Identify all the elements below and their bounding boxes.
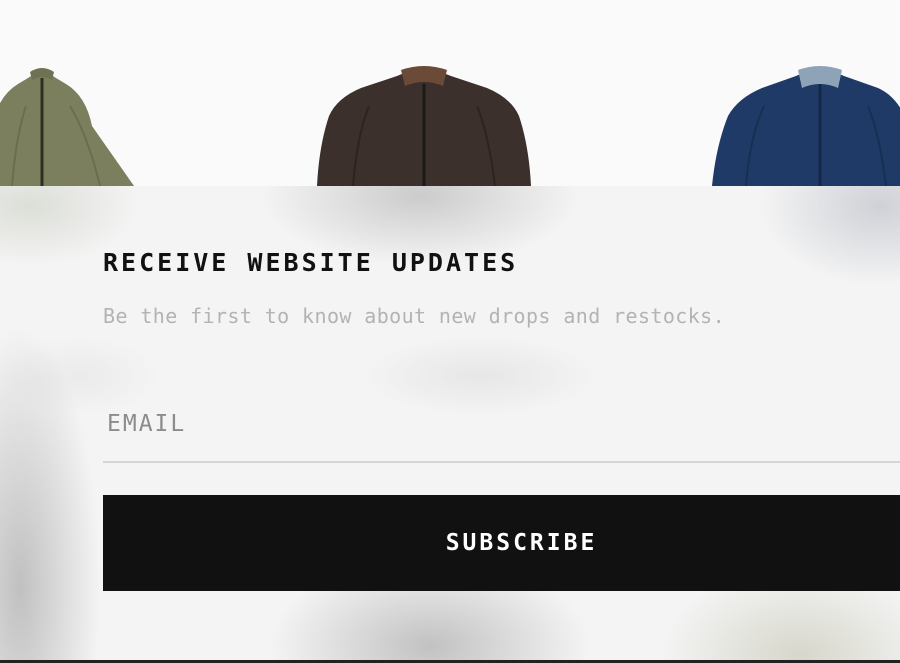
newsletter-signup-panel: RECEIVE WEBSITE UPDATES Be the first to … — [0, 186, 900, 663]
subscribe-button[interactable]: SUBSCRIBE — [103, 495, 900, 591]
product-carousel — [0, 0, 900, 186]
product-image-navy-jacket[interactable] — [712, 66, 900, 186]
newsletter-subtitle: Be the first to know about new drops and… — [103, 304, 726, 328]
product-image-olive-jacket[interactable] — [0, 66, 140, 186]
email-field[interactable] — [103, 386, 900, 463]
newsletter-title: RECEIVE WEBSITE UPDATES — [103, 248, 519, 277]
page: RECEIVE WEBSITE UPDATES Be the first to … — [0, 0, 900, 663]
product-image-brown-jacket[interactable] — [317, 66, 531, 186]
